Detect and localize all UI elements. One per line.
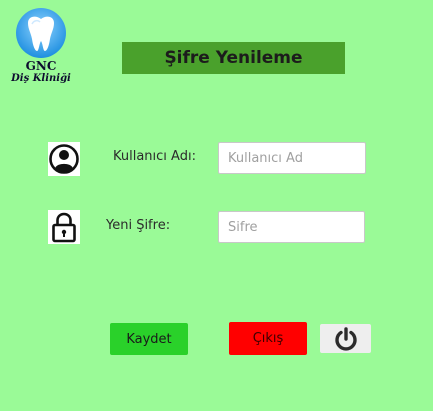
new-password-label: Yeni Şifre:: [106, 218, 171, 233]
save-button-label: Kaydet: [126, 331, 172, 347]
username-input[interactable]: [218, 142, 366, 174]
logo-subtitle-text: Diş Kliniği: [11, 73, 71, 84]
save-button[interactable]: Kaydet: [110, 323, 188, 355]
username-label: Kullanıcı Adı:: [113, 149, 196, 164]
lock-icon: [48, 210, 80, 244]
logo-brand-text: GNC: [25, 59, 57, 73]
exit-button-label: Çıkış: [252, 331, 284, 346]
new-password-input[interactable]: [218, 211, 365, 243]
page-title: Şifre Yenileme: [122, 42, 345, 74]
page-title-text: Şifre Yenileme: [164, 48, 303, 68]
exit-button[interactable]: Çıkış: [229, 322, 307, 355]
power-button[interactable]: [320, 324, 371, 353]
user-icon: [48, 142, 80, 176]
clinic-logo: GNC Diş Kliniği: [10, 6, 72, 90]
tooth-icon: [16, 8, 66, 58]
power-icon: [334, 326, 357, 351]
